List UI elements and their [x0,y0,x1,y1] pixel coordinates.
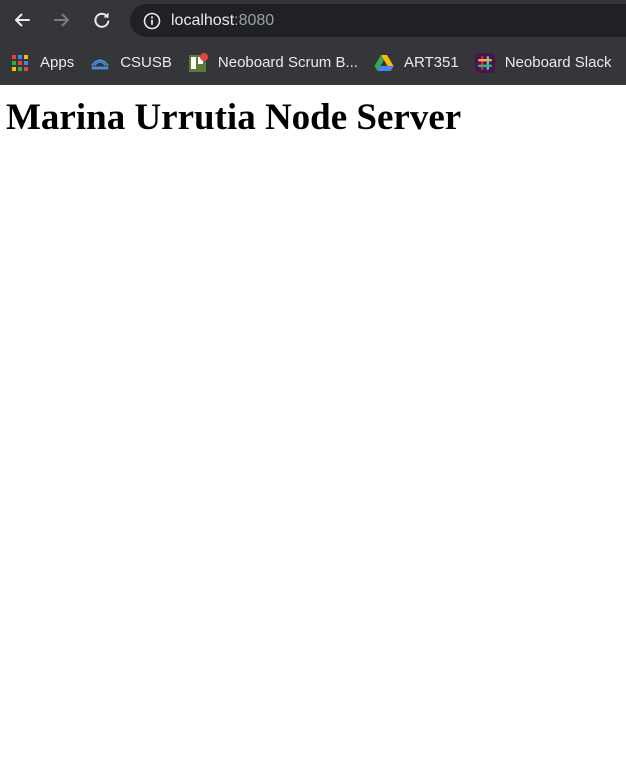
browser-toolbar: localhost:8080 [0,0,626,40]
browser-chrome: localhost:8080 Apps CSUSB Neoboard Scrum… [0,0,626,85]
bookmark-csusb[interactable]: CSUSB [84,48,178,78]
bookmark-label: CSUSB [120,54,172,71]
bookmark-label: Apps [40,54,75,71]
bookmark-label: ART351 [403,54,459,71]
back-button[interactable] [8,6,36,34]
address-bar[interactable]: localhost:8080 [130,4,626,37]
url-host: localhost [171,11,235,29]
reload-button[interactable] [88,6,116,34]
bookmark-art351[interactable]: ART351 [368,48,465,78]
bookmark-neoboard-scrum[interactable]: Neoboard Scrum B... [182,48,364,78]
bookmark-apps[interactable]: Apps [4,48,80,78]
reload-icon [94,12,110,28]
google-drive-icon [374,53,394,73]
page-title: Marina Urrutia Node Server [6,97,462,138]
bookmark-label: Neoboard Scrum B... [217,54,358,71]
bookmark-neoboard-slack[interactable]: Neoboard Slack [469,48,618,78]
bookmarks-bar: Apps CSUSB Neoboard Scrum B... ART351 Ne… [0,40,626,85]
page-content: Marina Urrutia Node Server [0,95,626,140]
arrow-left-icon [15,13,30,27]
csusb-logo-icon [90,53,110,73]
url-port: :8080 [234,11,275,29]
forward-button[interactable] [48,6,76,34]
apps-grid-icon [10,53,30,73]
bookmark-label: Neoboard Slack [504,54,612,71]
arrow-right-icon [54,13,69,27]
slack-icon [474,52,495,73]
url-text: localhost:8080 [171,12,274,30]
trello-icon [188,52,208,73]
site-info-icon[interactable] [143,12,161,30]
